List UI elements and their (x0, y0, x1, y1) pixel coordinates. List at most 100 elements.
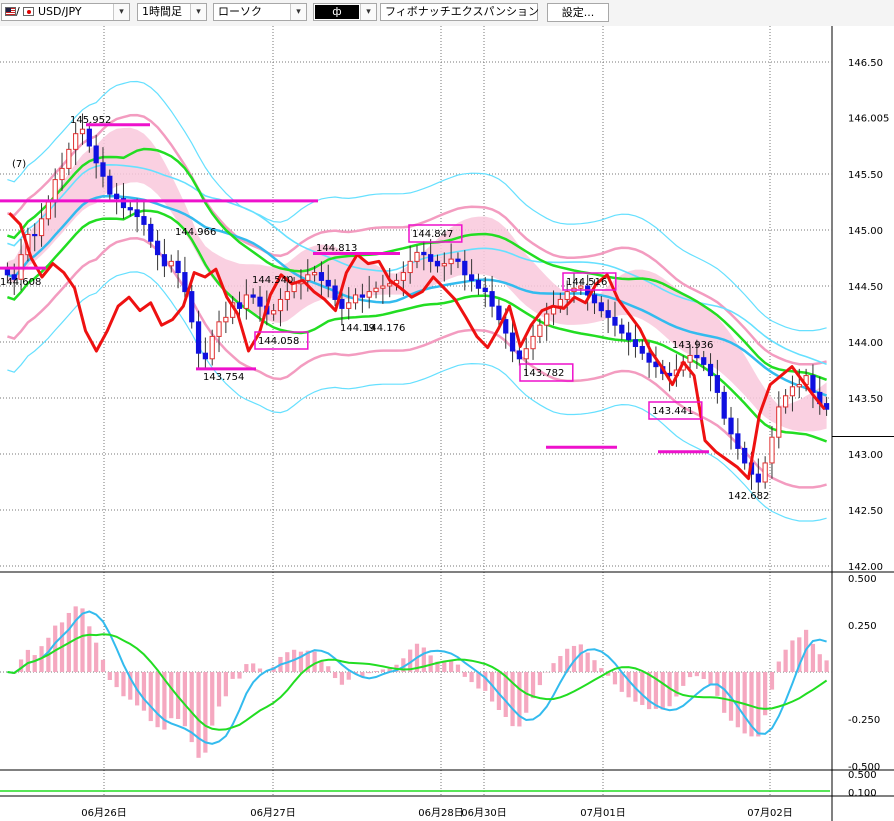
histogram-bar (312, 651, 317, 672)
histogram-bar (380, 669, 385, 672)
price-annotation: 144.176 (364, 323, 405, 334)
candle-body (45, 201, 51, 220)
candle-body (271, 310, 277, 315)
candle-body (175, 260, 181, 274)
timeframe-select[interactable]: 1時間足 ▾ (137, 3, 207, 21)
chevron-down-icon[interactable]: ▾ (113, 4, 129, 20)
histogram-bar (810, 643, 816, 672)
candle-body (161, 254, 168, 267)
price-tick-label: 144.50 (848, 282, 883, 293)
chevron-down-icon[interactable]: ▾ (190, 4, 206, 20)
candle-body (107, 175, 113, 195)
candle-body (503, 319, 509, 334)
candle-body (66, 148, 72, 169)
candle-body (707, 363, 714, 377)
histogram-bar (681, 672, 686, 686)
candle-body (250, 294, 256, 298)
price-annotation: 142.682 (728, 491, 769, 502)
indicator-field[interactable]: フィボナッチエクスパンション (380, 3, 539, 21)
chevron-down-icon[interactable]: ▾ (290, 4, 306, 20)
histogram-bar (230, 672, 235, 679)
price-chart[interactable]: 0.5000.250-0.250-0.5000.5000.100 146.501… (0, 26, 894, 821)
toolbar: / USD/JPY ▾ 1時間足 ▾ ローソク ▾ ф ▾ フィボナッチエクスパ… (0, 0, 894, 27)
candle-body (694, 354, 700, 359)
histogram-bar (735, 672, 740, 728)
candle-body (441, 263, 447, 267)
chevron-down-icon[interactable]: ▾ (360, 4, 376, 20)
histogram-bar (551, 663, 556, 672)
histogram-bar (87, 626, 92, 672)
histogram-bar (660, 672, 665, 710)
indicator-label: フィボナッチエクスパンション (385, 5, 539, 18)
histogram-bar (169, 672, 174, 719)
price-annotation: 143.782 (523, 368, 564, 379)
price-tick-label: 144.00 (848, 338, 883, 349)
candle-body (455, 258, 461, 262)
candle-body (742, 447, 748, 464)
histogram-bar (100, 659, 106, 672)
histogram-bar (585, 652, 590, 672)
histogram-bar (599, 668, 604, 672)
strip-tick-label: 0.500 (848, 770, 877, 781)
currency-pair-select[interactable]: / USD/JPY ▾ (1, 3, 130, 21)
candle-body (714, 375, 720, 393)
histogram-bar (640, 672, 645, 705)
candle-body (475, 279, 482, 289)
pair-separator: / (16, 5, 20, 18)
histogram-bar (776, 661, 781, 672)
candle-body (598, 302, 604, 312)
settings-button[interactable]: 設定... (547, 3, 609, 22)
histogram-bar (558, 656, 563, 672)
chart-type-label: ローソク (218, 5, 262, 18)
histogram-bar (121, 672, 126, 697)
price-tick-label: 145.00 (848, 226, 883, 237)
histogram-bar (216, 672, 222, 707)
candle-body (243, 294, 249, 309)
candle-body (755, 473, 761, 483)
candle-body (530, 335, 536, 350)
price-annotation: 143.936 (672, 340, 713, 351)
price-tick-label: 143.00 (848, 450, 883, 461)
us-flag-icon (5, 7, 16, 16)
histogram-bar (141, 672, 147, 711)
histogram-bar (257, 668, 263, 672)
candle-body (346, 302, 352, 309)
candle-body (434, 260, 441, 267)
candle-body (134, 209, 140, 218)
price-annotation: 144.516 (566, 277, 607, 288)
indicator-select[interactable]: ф ▾ (313, 3, 377, 21)
candle-body (735, 433, 741, 449)
price-annotation: 144.608 (0, 277, 41, 288)
histogram-bar (326, 666, 331, 672)
candle-body (257, 296, 263, 307)
candle-body (114, 193, 120, 200)
candle-body (619, 324, 625, 334)
histogram-bar (462, 672, 467, 677)
histogram-bar (701, 672, 706, 679)
candle-body (141, 216, 147, 225)
histogram-bar (769, 672, 775, 690)
candle-body (769, 436, 775, 464)
histogram-bar (626, 672, 631, 698)
candle-body (721, 391, 727, 419)
candle-body (189, 291, 195, 323)
histogram-bar (155, 672, 160, 728)
price-annotation: 144.813 (316, 243, 357, 254)
histogram-bar (421, 647, 426, 672)
candle-body (632, 339, 639, 347)
currency-pair-label: USD/JPY (38, 5, 82, 18)
candle-body (605, 310, 611, 318)
candle-body (182, 272, 188, 293)
price-tick-label: 146.50 (848, 58, 883, 69)
candle-body (557, 298, 563, 307)
price-tick-label: 143.50 (848, 394, 883, 405)
histogram-bar (182, 672, 188, 727)
candle-body (400, 272, 406, 281)
histogram-bar (298, 651, 304, 672)
histogram-bar (107, 672, 112, 680)
chart-type-select[interactable]: ローソク ▾ (213, 3, 307, 21)
candle-body (325, 279, 331, 287)
candle-body (537, 324, 543, 337)
histogram-bar (346, 672, 351, 680)
indicator-marker: ф (315, 5, 359, 19)
